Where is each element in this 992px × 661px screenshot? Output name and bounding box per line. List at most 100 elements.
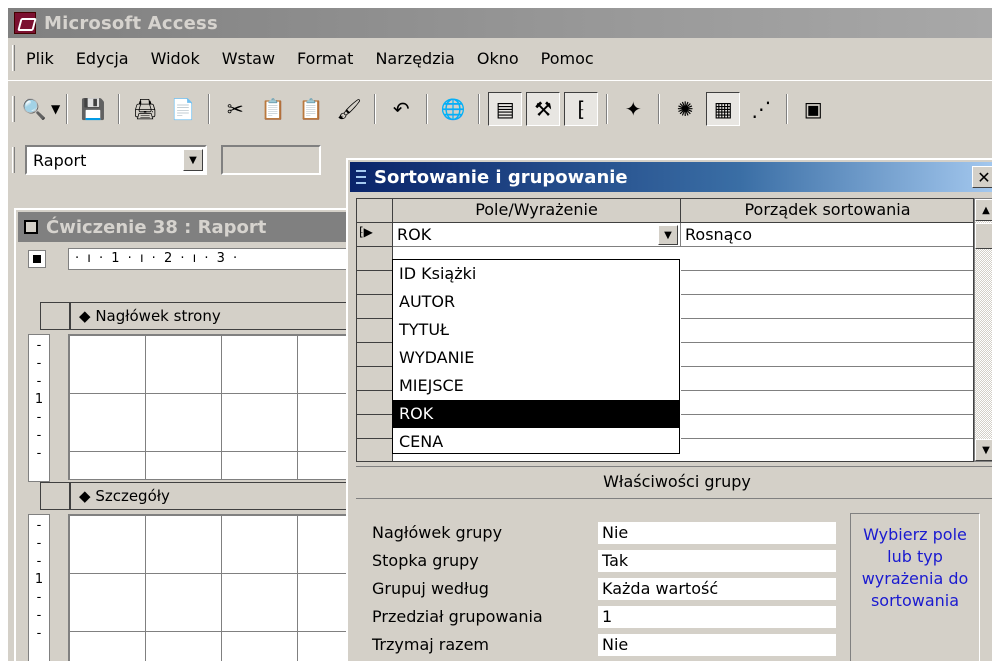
row-selector[interactable] <box>357 343 393 367</box>
dropdown-option-selected[interactable]: ROK <box>393 400 679 428</box>
dropdown-option[interactable]: CENA <box>393 428 679 456</box>
report-icon <box>24 220 38 234</box>
sort-cell[interactable] <box>681 247 973 271</box>
prop-value-field[interactable]: Nie <box>597 521 837 545</box>
format-painter-icon[interactable]: 🖌 <box>332 92 366 126</box>
cut-icon[interactable]: ✂ <box>218 92 252 126</box>
dialog-title: Sortowanie i grupowanie <box>374 166 628 188</box>
prop-label: Przedział grupowania <box>372 607 543 626</box>
dropdown-option[interactable]: AUTOR <box>393 288 679 316</box>
database-window-icon[interactable]: ▣ <box>796 92 830 126</box>
report-titlebar[interactable]: Ćwiczenie 38 : Raport <box>18 212 358 242</box>
dropdown-option[interactable]: ID Książki <box>393 260 679 288</box>
sort-cell[interactable] <box>681 391 973 415</box>
dropdown-option[interactable]: TYTUŁ <box>393 316 679 344</box>
sort-cell[interactable] <box>681 271 973 295</box>
chevron-down-icon[interactable]: ▼ <box>658 225 678 245</box>
row-selector[interactable]: ⁅▶ <box>357 223 393 247</box>
print-icon[interactable]: 🖨 <box>128 92 162 126</box>
font-combo[interactable] <box>221 145 321 175</box>
prop-value-field[interactable]: Nie <box>597 633 837 657</box>
prop-value-field[interactable]: Tak <box>597 549 837 573</box>
report-design-window: Ćwiczenie 38 : Raport · ı · 1 · ı · 2 · … <box>14 208 360 661</box>
copy-icon[interactable]: 📋 <box>256 92 290 126</box>
sort-cell[interactable] <box>681 367 973 391</box>
group-properties-panel: Nagłówek grupy Nie Stopka grupy Tak Grup… <box>356 498 992 661</box>
close-icon[interactable]: ✕ <box>972 166 992 188</box>
field-dropdown-list: ID Książki AUTOR TYTUŁ WYDANIE MIEJSCE R… <box>392 259 680 454</box>
hint-box: Wybierz pole lub typ wyrażenia do sortow… <box>850 513 980 661</box>
menu-plik[interactable]: Plik <box>15 49 65 68</box>
sort-grid-scrollbar[interactable]: ▲ ▼ <box>974 198 992 462</box>
report-design-toolbar: 🔍 ▼ 💾 🖨 📄 ✂ 📋 📋 🖌 ↶ 🌐 ▤ ⚒ ⁅ ✦ ✺ ▦ ⋰ ▣ <box>8 80 992 136</box>
report-selector[interactable] <box>28 250 46 268</box>
field-column-header: Pole/Wyrażenie <box>393 199 681 223</box>
toolbox-icon[interactable]: ⚒ <box>526 91 561 126</box>
object-combo[interactable]: Raport ▼ <box>25 145 207 175</box>
field-cell-current[interactable]: ROK ▼ <box>393 223 681 247</box>
menu-narzedzia[interactable]: Narzędzia <box>364 49 465 68</box>
row-selector[interactable] <box>357 295 393 319</box>
sort-cell[interactable] <box>681 439 973 461</box>
paste-icon[interactable]: 📋 <box>294 92 328 126</box>
sort-cell[interactable] <box>681 295 973 319</box>
scroll-up-icon[interactable]: ▲ <box>975 199 992 221</box>
sorting-grouping-icon[interactable]: ⁅ <box>564 91 599 126</box>
vertical-ruler-2: --- 1--- <box>28 514 50 661</box>
properties-icon[interactable]: ▦ <box>706 91 741 126</box>
group-current-row-icon: ⁅▶ <box>359 225 373 239</box>
ruler-row: · ı · 1 · ı · 2 · ı · 3 · <box>18 246 358 272</box>
field-cell-value: ROK <box>397 225 432 244</box>
toolbar-grip <box>12 95 15 122</box>
dropdown-option[interactable]: WYDANIE <box>393 344 679 372</box>
prop-value-field[interactable]: Każda wartość <box>597 577 837 601</box>
prop-value-field[interactable]: 1 <box>597 605 837 629</box>
row-selector[interactable] <box>357 319 393 343</box>
sort-cell-value: Rosnąco <box>685 225 753 244</box>
scroll-down-icon[interactable]: ▼ <box>975 439 992 461</box>
sort-cell[interactable] <box>681 319 973 343</box>
page-header-bar[interactable]: ◆ Nagłówek strony <box>18 300 360 332</box>
row-selector[interactable] <box>357 439 393 461</box>
dropdown-option[interactable]: MIEJSCE <box>393 372 679 400</box>
menu-pomoc[interactable]: Pomoc <box>530 49 605 68</box>
hyperlink-icon[interactable]: 🌐 <box>436 92 470 126</box>
menu-bar: Plik Edycja Widok Wstaw Format Narzędzia… <box>8 38 992 78</box>
builder-icon[interactable]: ⋰ <box>744 92 778 126</box>
save-icon[interactable]: 💾 <box>76 92 110 126</box>
prop-label: Grupuj według <box>372 579 489 598</box>
detail-section[interactable] <box>68 514 358 661</box>
undo-icon[interactable]: ↶ <box>384 92 418 126</box>
menu-format[interactable]: Format <box>286 49 364 68</box>
sort-cell-current[interactable]: Rosnąco <box>681 223 973 247</box>
sort-column-header: Porządek sortowania <box>681 199 973 223</box>
print-preview-icon[interactable]: 🔍 <box>17 92 51 126</box>
code-icon[interactable]: ✺ <box>668 92 702 126</box>
view-dropdown-icon[interactable]: ▼ <box>51 102 60 116</box>
menu-wstaw[interactable]: Wstaw <box>211 49 286 68</box>
row-selector[interactable] <box>357 415 393 439</box>
detail-label: Szczegóły <box>95 487 170 505</box>
report-title: Ćwiczenie 38 : Raport <box>46 216 267 238</box>
menu-okno[interactable]: Okno <box>466 49 530 68</box>
row-selector[interactable] <box>357 247 393 271</box>
access-window: Microsoft Access Plik Edycja Widok Wstaw… <box>8 8 992 661</box>
menu-widok[interactable]: Widok <box>140 49 211 68</box>
row-selector[interactable] <box>357 367 393 391</box>
scrollbar-thumb[interactable] <box>975 223 992 249</box>
vertical-ruler-1: --- 1--- <box>28 334 50 482</box>
sort-cell[interactable] <box>681 343 973 367</box>
dialog-titlebar[interactable]: Sortowanie i grupowanie ✕ <box>350 162 992 192</box>
group-properties-title: Właściwości grupy <box>356 466 992 496</box>
menu-edycja[interactable]: Edycja <box>65 49 140 68</box>
page-header-section[interactable] <box>68 334 358 480</box>
chevron-down-icon[interactable]: ▼ <box>183 149 203 171</box>
preview-icon[interactable]: 📄 <box>166 92 200 126</box>
sort-cell[interactable] <box>681 415 973 439</box>
field-list-icon[interactable]: ▤ <box>488 91 523 126</box>
autoformat-icon[interactable]: ✦ <box>616 92 650 126</box>
prop-label: Stopka grupy <box>372 551 479 570</box>
row-selector[interactable] <box>357 391 393 415</box>
detail-bar[interactable]: ◆ Szczegóły <box>18 480 360 512</box>
row-selector[interactable] <box>357 271 393 295</box>
